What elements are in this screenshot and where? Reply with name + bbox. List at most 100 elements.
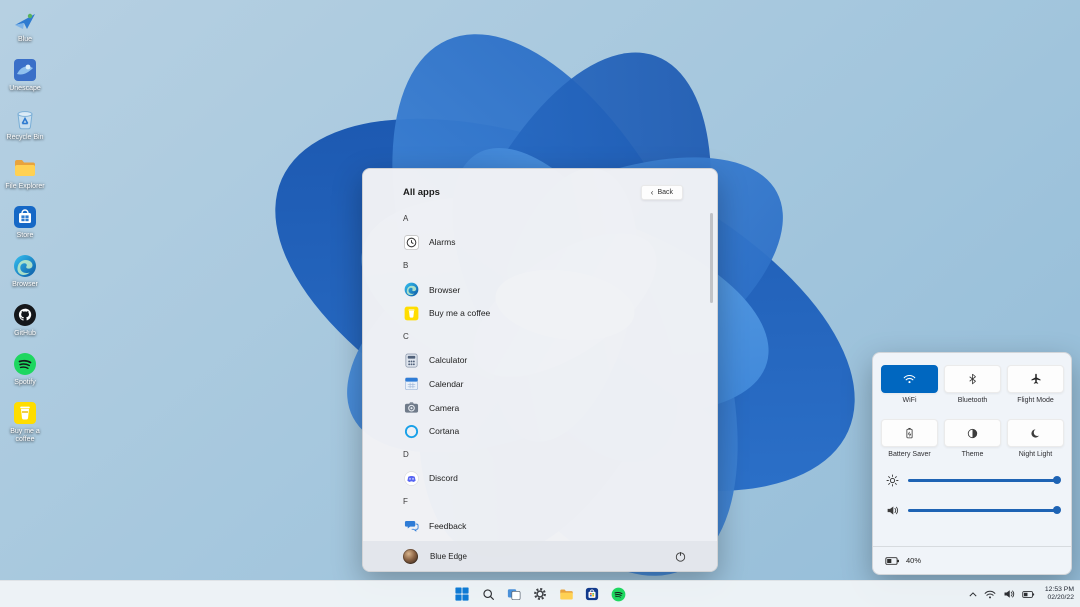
start-menu-header: All apps ‹ Back bbox=[363, 169, 717, 200]
volume-slider[interactable] bbox=[885, 503, 1059, 517]
section-letter-b[interactable]: B bbox=[363, 254, 711, 278]
tray-chevron-up-button[interactable] bbox=[969, 592, 977, 597]
store-button[interactable] bbox=[580, 582, 604, 606]
volume-knob[interactable] bbox=[1053, 506, 1061, 514]
app-item-calendar[interactable]: Calendar bbox=[363, 372, 711, 396]
windows-logo-icon bbox=[455, 587, 469, 601]
wifi-icon bbox=[984, 590, 996, 599]
app-item-buy-me-a-coffee[interactable]: Buy me a coffee bbox=[363, 301, 711, 325]
user-name[interactable]: Blue Edge bbox=[430, 552, 674, 561]
brightness-slider[interactable] bbox=[885, 473, 1059, 487]
taskbar: 12:53 PM 02/20/22 bbox=[0, 580, 1080, 607]
chevron-left-icon: ‹ bbox=[651, 190, 654, 196]
brightness-track[interactable] bbox=[908, 479, 1059, 482]
unescape-icon bbox=[12, 57, 38, 83]
desktop-icon-unescape[interactable]: Unescape bbox=[2, 57, 48, 93]
calculator-icon bbox=[403, 352, 419, 368]
quick-settings-grid: WiFi Bluetooth Flight Mode Battery Saver… bbox=[873, 353, 1071, 447]
coffee-icon bbox=[403, 305, 419, 321]
store-icon bbox=[585, 587, 599, 601]
camera-icon bbox=[403, 400, 419, 416]
search-button[interactable] bbox=[476, 582, 500, 606]
battery-percentage[interactable]: 40% bbox=[906, 556, 921, 565]
app-item-discord[interactable]: Discord bbox=[363, 467, 711, 491]
clock-time: 12:53 PM bbox=[1045, 586, 1074, 595]
search-icon bbox=[482, 588, 495, 601]
volume-track[interactable] bbox=[908, 509, 1059, 512]
desktop-icon-browser[interactable]: Browser bbox=[2, 253, 48, 289]
quick-settings-footer: 40% bbox=[873, 546, 1071, 574]
feedback-icon bbox=[403, 518, 419, 534]
clock-date: 02/20/22 bbox=[1045, 594, 1074, 603]
browser-icon bbox=[403, 282, 419, 298]
desktop-icon-recycle-bin[interactable]: Recycle Bin bbox=[2, 106, 48, 142]
store-icon bbox=[12, 204, 38, 230]
desktop-icon-label: File Explorer bbox=[5, 183, 44, 191]
section-letter-f[interactable]: F bbox=[363, 490, 711, 514]
github-icon bbox=[12, 302, 38, 328]
desktop-icon-file-explorer[interactable]: File Explorer bbox=[2, 155, 48, 191]
section-letter-d[interactable]: D bbox=[363, 443, 711, 467]
back-button[interactable]: ‹ Back bbox=[641, 185, 683, 200]
app-item-alarms[interactable]: Alarms bbox=[363, 231, 711, 255]
brightness-knob[interactable] bbox=[1053, 476, 1061, 484]
theme-toggle[interactable] bbox=[944, 419, 1001, 447]
spotify-icon bbox=[611, 587, 626, 602]
tray-wifi-button[interactable] bbox=[984, 590, 996, 599]
desktop-icon-label: Unescape bbox=[9, 85, 41, 93]
bluetooth-icon bbox=[968, 373, 977, 385]
bluetooth-toggle[interactable] bbox=[944, 365, 1001, 393]
desktop-icon-label: Blue bbox=[18, 36, 32, 44]
section-letter-c[interactable]: C bbox=[363, 325, 711, 349]
calendar-icon bbox=[403, 376, 419, 392]
chevron-up-icon bbox=[969, 592, 977, 597]
app-item-calculator[interactable]: Calculator bbox=[363, 349, 711, 373]
app-item-camera[interactable]: Camera bbox=[363, 396, 711, 420]
brightness-icon bbox=[885, 473, 899, 487]
battery-saver-icon bbox=[905, 427, 914, 439]
desktop-icon-buy-me-a-coffee[interactable]: Buy me a coffee bbox=[2, 400, 48, 444]
tray-volume-button[interactable] bbox=[1003, 588, 1015, 600]
task-view-button[interactable] bbox=[502, 582, 526, 606]
section-letter-a[interactable]: A bbox=[363, 207, 711, 231]
tray-battery-button[interactable] bbox=[1022, 590, 1035, 599]
settings-button[interactable] bbox=[528, 582, 552, 606]
battery-saver-toggle[interactable] bbox=[881, 419, 938, 447]
volume-icon bbox=[885, 503, 899, 517]
desktop-icon-spotify[interactable]: Spotify bbox=[2, 351, 48, 387]
flight-mode-toggle[interactable] bbox=[1007, 365, 1064, 393]
blue-app-icon bbox=[12, 8, 38, 34]
night-light-toggle[interactable] bbox=[1007, 419, 1064, 447]
gear-icon bbox=[533, 587, 547, 601]
app-item-browser[interactable]: Browser bbox=[363, 278, 711, 302]
battery-icon bbox=[885, 556, 900, 566]
spotify-button[interactable] bbox=[606, 582, 630, 606]
volume-icon bbox=[1003, 588, 1015, 600]
desktop-icon-store[interactable]: Store bbox=[2, 204, 48, 240]
taskbar-clock[interactable]: 12:53 PM 02/20/22 bbox=[1042, 586, 1074, 603]
discord-icon bbox=[403, 470, 419, 486]
power-button[interactable] bbox=[674, 550, 687, 563]
cortana-icon bbox=[403, 423, 419, 439]
desktop-icon-github[interactable]: GitHub bbox=[2, 302, 48, 338]
spotify-icon bbox=[12, 351, 38, 377]
file-explorer-icon bbox=[12, 155, 38, 181]
all-apps-scrollbar[interactable] bbox=[710, 213, 713, 303]
start-button[interactable] bbox=[450, 582, 474, 606]
task-view-icon bbox=[507, 587, 521, 601]
all-apps-title: All apps bbox=[403, 187, 440, 198]
browser-icon bbox=[12, 253, 38, 279]
desktop-icon-blue[interactable]: Blue bbox=[2, 8, 48, 44]
file-explorer-button[interactable] bbox=[554, 582, 578, 606]
app-item-feedback[interactable]: Feedback bbox=[363, 514, 711, 538]
theme-icon bbox=[967, 428, 978, 439]
user-avatar[interactable] bbox=[403, 549, 418, 564]
desktop-icon-label: Spotify bbox=[14, 379, 35, 387]
coffee-icon bbox=[12, 400, 38, 426]
start-menu-footer: Blue Edge bbox=[363, 541, 717, 571]
alarms-icon bbox=[403, 234, 419, 250]
app-item-cortana[interactable]: Cortana bbox=[363, 419, 711, 443]
wifi-toggle[interactable] bbox=[881, 365, 938, 393]
wifi-icon bbox=[903, 374, 916, 384]
battery-icon bbox=[1022, 590, 1035, 599]
